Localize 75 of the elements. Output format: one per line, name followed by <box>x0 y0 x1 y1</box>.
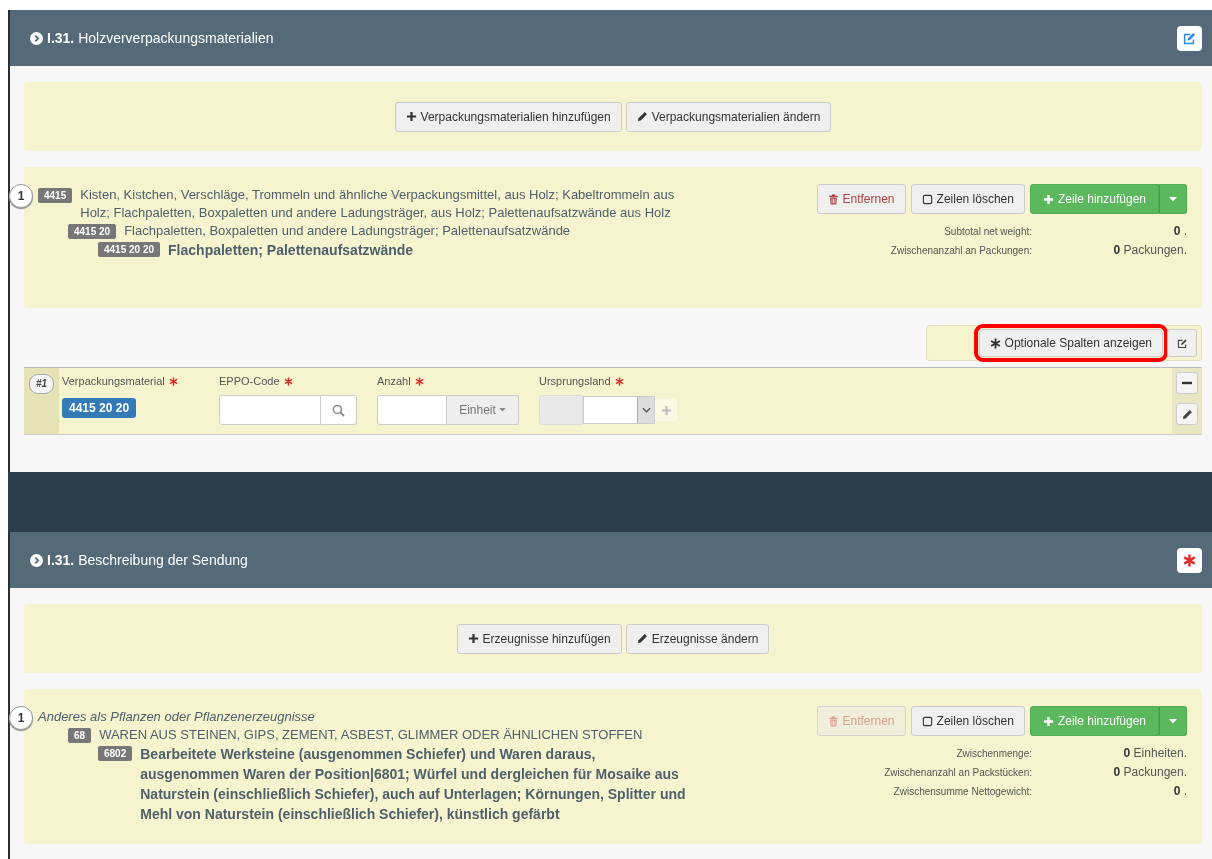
total-label: Subtotal net weight: <box>943 225 1032 239</box>
code-badge: 68 <box>68 728 92 743</box>
remove-button[interactable]: Entfernen <box>816 184 906 214</box>
pencil-icon <box>1181 408 1193 420</box>
required-button[interactable] <box>1177 547 1202 573</box>
category-text: Kisten, Kistchen, Verschläge, Trommeln und ähnliche Verpackungsmittel, aus Holz; Kabeltrommeln aus Holz; Flachpaletten, Boxpaletten und andere Ladungsträger, aus Holz; Palettenaufsatzwände aus Holz <box>80 186 676 222</box>
category-text: Bearbeitete Werksteine (ausgenommen Schiefer) und Waren daraus, ausgenommen Waren der Position|6801; Würfel und dergleichen für Mosaike aus Naturstein (einschließlich Schiefer), auch auf Unterlagen; Körnungen, Splitter und Mehl von Naturstein (einschließlich Schiefer), künstlich gefärbt <box>140 745 687 824</box>
plus-icon <box>467 633 479 644</box>
total-label: Zwischenmenge: <box>955 747 1032 761</box>
section-title: I.31. Holzververpackungsmaterialien <box>47 30 275 46</box>
total-label: Zwischenanzahl an Packungen: <box>889 244 1032 258</box>
clear-rows-button[interactable]: Zeilen löschen <box>910 184 1025 214</box>
index-badge: 1 <box>9 706 33 730</box>
chevron-circle-icon <box>30 31 43 45</box>
toolbar-button[interactable]: Erzeugnisse ändern <box>625 623 770 654</box>
material-tag: 4415 20 20 <box>62 398 137 418</box>
plus-icon <box>405 111 417 122</box>
plus-icon <box>1042 715 1054 727</box>
plus-icon <box>660 404 672 416</box>
clear-rows-button[interactable]: Zeilen löschen <box>910 706 1025 736</box>
section-title: I.31. Beschreibung der Sendung <box>47 552 249 568</box>
edit-icon <box>1182 30 1197 46</box>
asterisk-icon <box>1182 552 1197 568</box>
toolbar-button[interactable]: Verpackungsmaterialien ändern <box>625 101 832 132</box>
field-label: EPPO-Code <box>219 375 280 387</box>
unit-dropdown[interactable]: Einheit <box>447 395 519 425</box>
category-text: WAREN AUS STEINEN, GIPS, ZEMENT, ASBEST, GLIMMER ODER ÄHNLICHEN STOFFEN <box>99 726 644 744</box>
trash-icon <box>827 715 839 727</box>
edit-button[interactable] <box>1176 403 1198 425</box>
field-label: Ursprungsland <box>539 375 611 387</box>
pencil-icon <box>636 633 648 644</box>
field-label: Verpackungsmaterial <box>62 375 165 387</box>
field-label: Anzahl <box>377 375 411 387</box>
code-badge: 4415 <box>38 188 73 203</box>
country-select[interactable] <box>583 396 655 424</box>
total-label: Zwischenanzahl an Packstücken: <box>883 766 1032 780</box>
search-button[interactable] <box>321 395 357 425</box>
index-badge: 1 <box>9 184 33 208</box>
dropdown-button[interactable] <box>1159 184 1187 214</box>
total-value: 0 Packungen. <box>1112 242 1187 259</box>
square-icon <box>921 193 933 205</box>
toolbar-button[interactable]: Erzeugnisse hinzufügen <box>456 623 622 654</box>
total-label: Zwischensumme Nettogewicht: <box>892 785 1032 799</box>
total-value: 0 Packungen. <box>1112 764 1187 781</box>
caret-icon <box>498 408 506 412</box>
asterisk-icon <box>989 337 1001 349</box>
total-value: 0 . <box>1172 223 1187 240</box>
chevron-down-icon <box>641 407 651 413</box>
code-badge: 4415 20 <box>68 224 117 239</box>
chevron-circle-icon <box>30 553 43 567</box>
caret-icon <box>1169 196 1177 202</box>
category-text: Flachpaletten; Palettenaufsatzwände <box>168 241 415 260</box>
row-number: #1 <box>28 374 55 394</box>
caret-icon <box>1169 718 1177 724</box>
category-text: Anderes als Pflanzen oder Pflanzenerzeugnisse <box>38 708 316 726</box>
dropdown-button[interactable] <box>1159 706 1187 736</box>
code-badge: 6802 <box>98 746 133 761</box>
total-value: 0 Einheiten. <box>1122 745 1187 762</box>
edit-button[interactable] <box>1167 329 1197 357</box>
flag-placeholder <box>539 395 583 425</box>
plus-icon <box>1042 193 1054 205</box>
pencil-icon <box>636 111 648 122</box>
quantity-field[interactable] <box>377 395 447 425</box>
search-icon <box>332 403 345 417</box>
edit-button[interactable] <box>1177 25 1202 51</box>
toolbar-button[interactable]: Verpackungsmaterialien hinzufügen <box>394 101 622 132</box>
total-value: 0 . <box>1172 783 1187 800</box>
collapse-button[interactable] <box>1176 372 1198 394</box>
trash-icon <box>827 193 839 205</box>
category-text: Flachpaletten, Boxpaletten und andere Ladungsträger; Palettenaufsatzwände <box>124 222 572 240</box>
add-button[interactable] <box>655 399 677 421</box>
square-icon <box>921 715 933 727</box>
edit-icon <box>1176 337 1188 349</box>
eppo-code-field[interactable] <box>219 395 321 425</box>
code-badge: 4415 20 20 <box>98 242 161 257</box>
